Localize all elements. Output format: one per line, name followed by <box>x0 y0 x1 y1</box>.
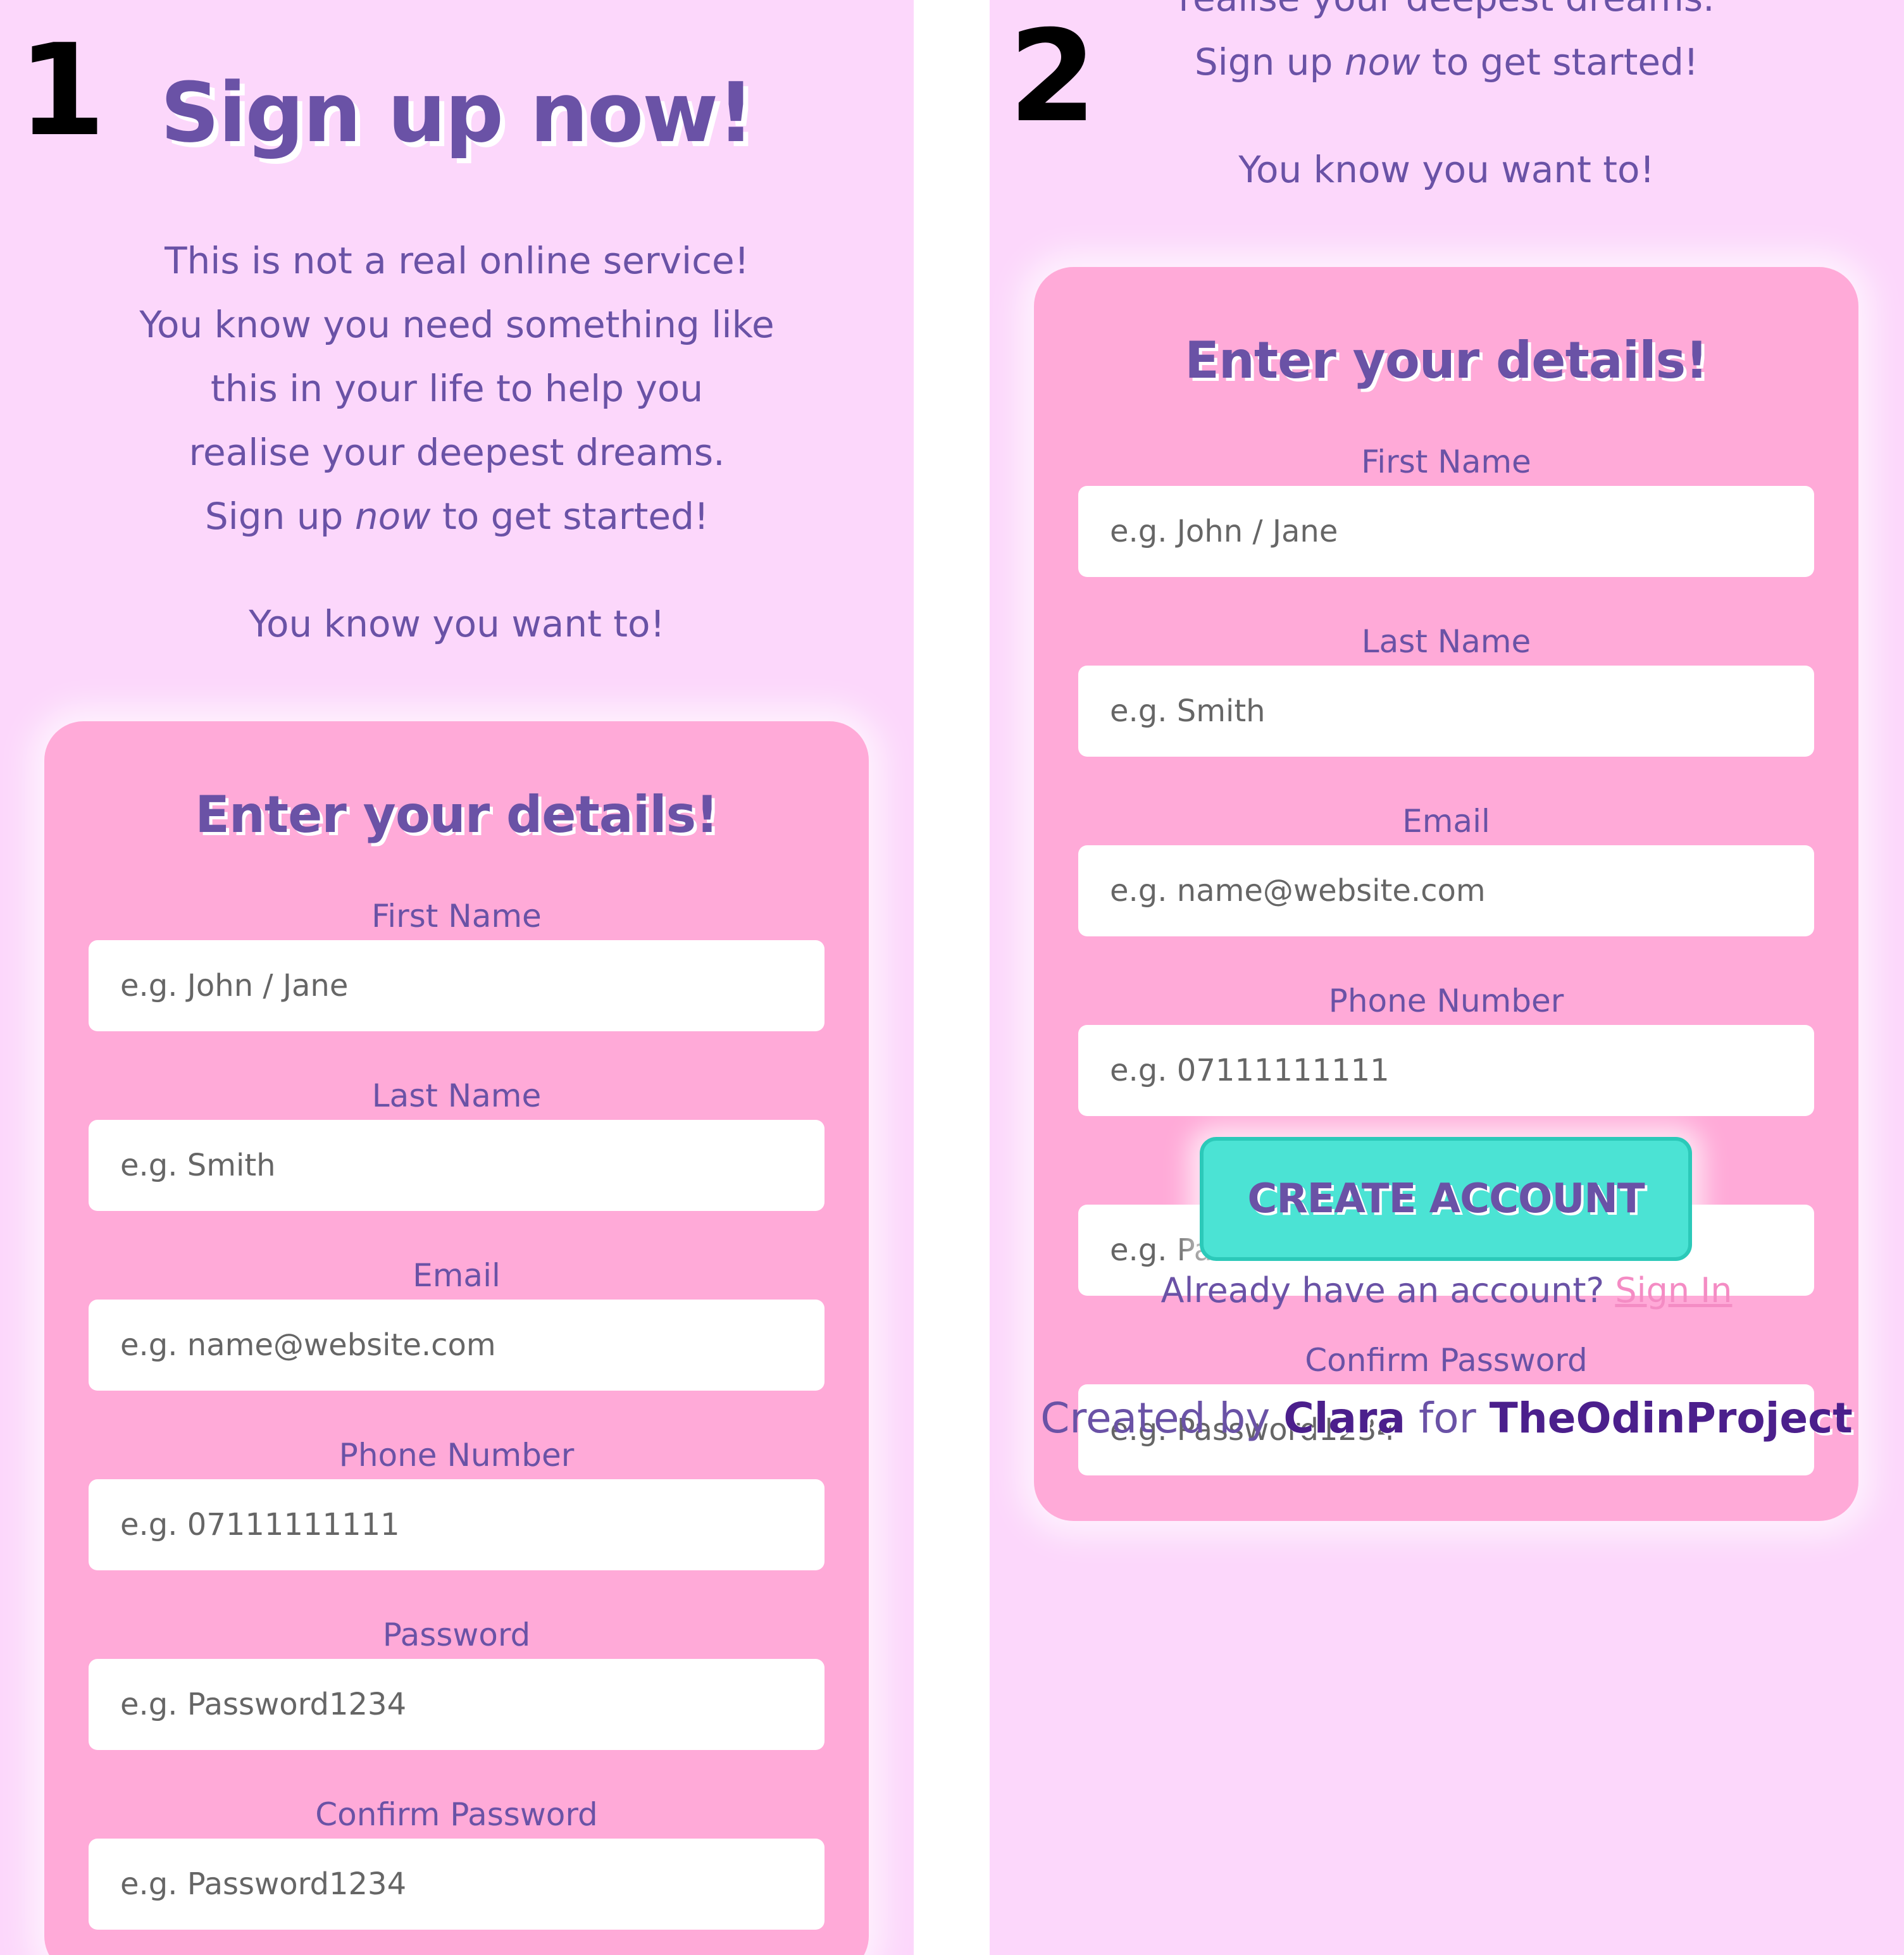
email-label: Email <box>1402 803 1490 840</box>
confirm-password-label: Confirm Password <box>1305 1342 1588 1379</box>
password-label: Password <box>382 1617 531 1653</box>
confirm-password-input[interactable] <box>89 1839 824 1930</box>
phone-input[interactable] <box>1078 1025 1814 1116</box>
phone-label: Phone Number <box>1328 983 1564 1019</box>
panel-number: 1 <box>18 17 106 164</box>
first-name-label: First Name <box>1361 444 1531 480</box>
screenshot-panel-1: 1 Sign up now! This is not a real online… <box>0 0 914 1955</box>
sign-in-link[interactable]: Sign In <box>1615 1270 1732 1310</box>
intro-emphasis: now <box>1344 40 1421 84</box>
page-title: Sign up now! <box>160 65 754 161</box>
create-account-button[interactable]: CREATE ACCOUNT <box>1200 1137 1692 1261</box>
intro-text-part: Sign up <box>1194 40 1345 84</box>
intro-line: Sign up now to get started! <box>990 30 1903 94</box>
signup-form: Enter your details! First Name Last Name… <box>1034 267 1858 1521</box>
footer-credit: Created by Clara for TheOdinProject <box>990 1393 1903 1443</box>
panel-number: 2 <box>1009 3 1097 151</box>
project-name: TheOdinProject <box>1489 1394 1853 1443</box>
last-name-input[interactable] <box>89 1120 824 1211</box>
screenshot-panel-2: 2 Sign up now! This is not a real online… <box>990 0 1904 1955</box>
intro-text: This is not a real online service! You k… <box>0 229 914 549</box>
intro-emphasis: now <box>354 495 431 538</box>
last-name-label: Last Name <box>371 1077 542 1114</box>
last-name-label: Last Name <box>1361 623 1531 660</box>
email-label: Email <box>413 1257 501 1294</box>
signup-form: Enter your details! First Name Last Name… <box>44 721 869 1955</box>
form-title: Enter your details! <box>1185 331 1708 390</box>
intro-line: realise your deepest dreams. <box>990 0 1903 30</box>
phone-input[interactable] <box>89 1479 824 1570</box>
email-input[interactable] <box>89 1300 824 1391</box>
first-name-input[interactable] <box>89 940 824 1031</box>
confirm-password-label: Confirm Password <box>315 1796 598 1833</box>
intro-line: This is not a real online service! <box>165 239 749 282</box>
intro-text-part: to get started! <box>430 495 709 538</box>
password-input[interactable] <box>89 1659 824 1750</box>
intro-line: You know you need something like <box>139 303 775 346</box>
intro-line: Sign up now to get started! <box>0 485 914 549</box>
footer-text: Created by <box>1040 1394 1284 1443</box>
intro-closing: You know you want to! <box>249 602 665 645</box>
footer-text: for <box>1405 1394 1490 1443</box>
first-name-input[interactable] <box>1078 486 1814 577</box>
last-name-input[interactable] <box>1078 666 1814 757</box>
intro-line: realise your deepest dreams. <box>189 431 725 474</box>
signin-prompt: Already have an account? Sign In <box>990 1270 1903 1312</box>
form-title: Enter your details! <box>195 785 718 844</box>
first-name-label: First Name <box>371 898 542 934</box>
intro-text-part: Sign up <box>204 495 355 538</box>
intro-text: This is not a real online service! You k… <box>990 0 1903 94</box>
intro-closing: You know you want to! <box>1238 148 1655 191</box>
phone-label: Phone Number <box>339 1437 575 1474</box>
signin-text: Already have an account? <box>1160 1270 1615 1310</box>
author-name: Clara <box>1283 1394 1405 1443</box>
email-input[interactable] <box>1078 845 1814 936</box>
intro-text-part: to get started! <box>1420 40 1699 84</box>
intro-line: this in your life to help you <box>210 367 704 410</box>
